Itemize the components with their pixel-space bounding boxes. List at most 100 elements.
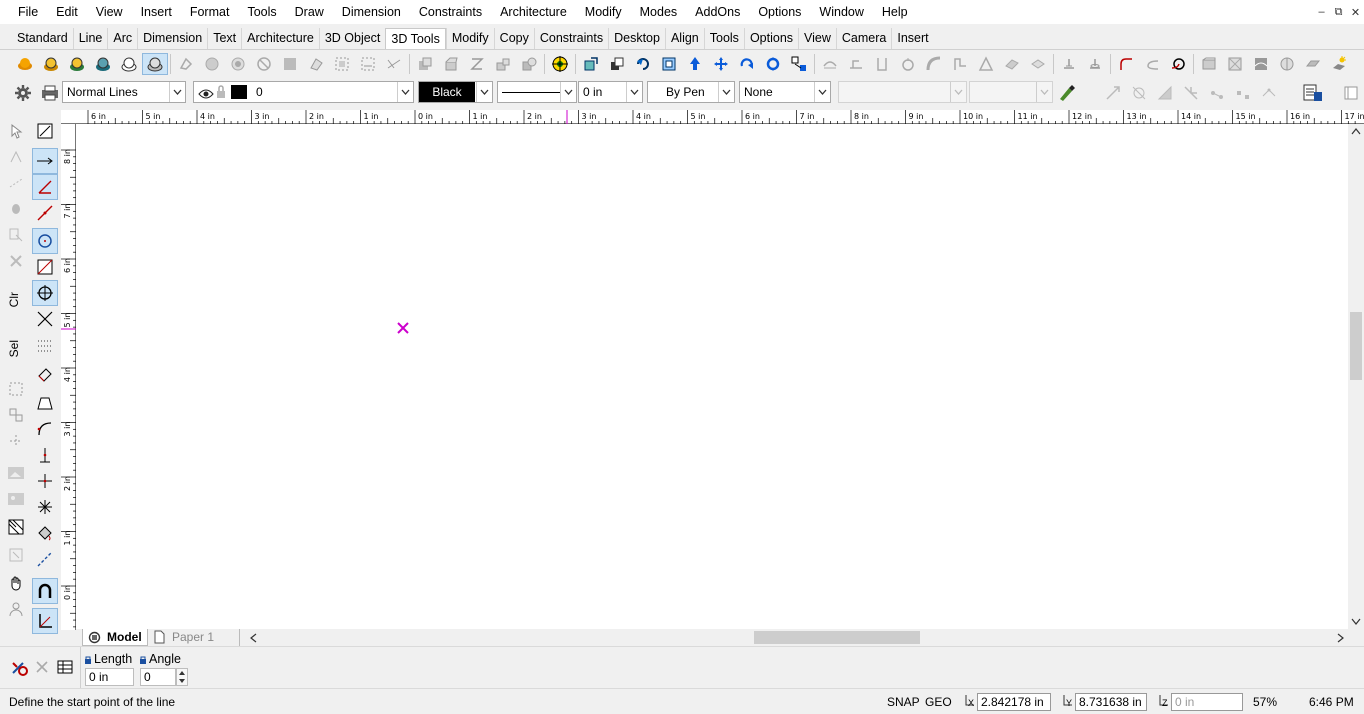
- menu-format[interactable]: Format: [181, 1, 239, 23]
- fillet-icon[interactable]: [1113, 53, 1139, 75]
- menu-edit[interactable]: Edit: [47, 1, 87, 23]
- length-input[interactable]: 0 in: [85, 668, 134, 686]
- cone-1-icon[interactable]: [1056, 53, 1082, 75]
- surface-2-icon[interactable]: [1222, 53, 1248, 75]
- orbit-icon[interactable]: [760, 53, 786, 75]
- menu-modify[interactable]: Modify: [576, 1, 631, 23]
- scroll-up-icon[interactable]: [1351, 128, 1361, 135]
- tab-model[interactable]: Model: [82, 629, 148, 646]
- 3d-op-4-icon[interactable]: [251, 53, 277, 75]
- menu-window[interactable]: Window: [810, 1, 872, 23]
- copy-3d-icon[interactable]: [604, 53, 630, 75]
- select-arrow-icon[interactable]: [3, 118, 29, 144]
- 3d-op-3-icon[interactable]: [225, 53, 251, 75]
- solid-2-icon[interactable]: [438, 53, 464, 75]
- surface-4-icon[interactable]: [1274, 53, 1300, 75]
- select-all-icon[interactable]: [3, 196, 29, 222]
- scale-3d-icon[interactable]: [656, 53, 682, 75]
- ungroup-icon[interactable]: [3, 402, 29, 428]
- menu-insert[interactable]: Insert: [132, 1, 181, 23]
- eye-icon[interactable]: [198, 86, 214, 102]
- cancel-icon[interactable]: [35, 660, 49, 677]
- line-tool-icon[interactable]: [32, 118, 58, 144]
- tab-constraints[interactable]: Constraints: [533, 28, 608, 50]
- snap-4-icon[interactable]: [1182, 84, 1200, 102]
- tab-insert[interactable]: Insert: [891, 28, 933, 50]
- angle-line-icon[interactable]: [32, 174, 58, 200]
- menu-draw[interactable]: Draw: [286, 1, 333, 23]
- select-layer-icon[interactable]: [3, 222, 29, 248]
- arc-tool-icon[interactable]: [32, 416, 58, 442]
- panel-icon[interactable]: [1342, 84, 1360, 102]
- gear-icon[interactable]: [14, 84, 32, 102]
- snap-magnet-icon[interactable]: [32, 578, 58, 604]
- render-green-icon[interactable]: [64, 53, 90, 75]
- single-line-icon[interactable]: [32, 148, 58, 174]
- close-icon[interactable]: ✕: [1347, 6, 1364, 19]
- 3d-op-9-icon[interactable]: [381, 53, 407, 75]
- 3d-op-2-icon[interactable]: [199, 53, 225, 75]
- feature-1-icon[interactable]: [817, 53, 843, 75]
- measure-icon[interactable]: [32, 362, 58, 388]
- hand-pan-icon[interactable]: [3, 570, 29, 596]
- delete-icon[interactable]: [3, 248, 29, 274]
- image-1-icon[interactable]: [3, 460, 29, 486]
- menu-modes[interactable]: Modes: [631, 1, 687, 23]
- vertical-scrollbar[interactable]: [1348, 124, 1364, 630]
- menu-architecture[interactable]: Architecture: [491, 1, 576, 23]
- horizontal-scroll-thumb[interactable]: [754, 631, 920, 644]
- circle-icon[interactable]: [32, 228, 58, 254]
- snap-1-icon[interactable]: [1104, 84, 1122, 102]
- solid-1-icon[interactable]: [412, 53, 438, 75]
- scroll-right-icon[interactable]: [1337, 633, 1344, 643]
- tab-3d-tools[interactable]: 3D Tools: [385, 28, 446, 50]
- feature-4-icon[interactable]: [895, 53, 921, 75]
- feature-7-icon[interactable]: [973, 53, 999, 75]
- tab-modify[interactable]: Modify: [445, 28, 494, 50]
- tab-architecture[interactable]: Architecture: [241, 28, 319, 50]
- tab-desktop[interactable]: Desktop: [608, 28, 665, 50]
- ortho-angle-icon[interactable]: [32, 608, 58, 634]
- cone-2-icon[interactable]: [1082, 53, 1108, 75]
- rotate-3d-icon[interactable]: [630, 53, 656, 75]
- menu-file[interactable]: File: [0, 1, 47, 23]
- menu-tools[interactable]: Tools: [238, 1, 285, 23]
- 3d-op-8-icon[interactable]: [355, 53, 381, 75]
- arrow-up-icon[interactable]: [682, 53, 708, 75]
- perpendicular-icon[interactable]: [32, 442, 58, 468]
- length-lock-icon[interactable]: [84, 656, 92, 664]
- explode-icon[interactable]: [3, 428, 29, 454]
- blend-icon[interactable]: [1165, 53, 1191, 75]
- solid-3-icon[interactable]: [464, 53, 490, 75]
- tab-standard[interactable]: Standard: [12, 28, 73, 50]
- mirror-3d-icon[interactable]: [786, 53, 812, 75]
- rotate-arrow-icon[interactable]: [734, 53, 760, 75]
- line-type-select[interactable]: [497, 81, 577, 103]
- target-icon[interactable]: [547, 53, 573, 75]
- scroll-down-icon[interactable]: [1351, 618, 1361, 625]
- scroll-left-icon[interactable]: [250, 633, 257, 643]
- image-2-icon[interactable]: [3, 486, 29, 512]
- dotted-grid-icon[interactable]: [32, 332, 58, 358]
- pattern-icon[interactable]: [3, 514, 29, 540]
- font-size-select[interactable]: [969, 81, 1053, 103]
- vertical-scroll-thumb[interactable]: [1350, 312, 1362, 380]
- menu-dimension[interactable]: Dimension: [333, 1, 410, 23]
- layer-select[interactable]: 0: [193, 81, 414, 103]
- feature-5-icon[interactable]: [921, 53, 947, 75]
- menu-options[interactable]: Options: [749, 1, 810, 23]
- x-coordinate-field[interactable]: 2.842178 in: [977, 693, 1051, 711]
- render-teal-icon[interactable]: [90, 53, 116, 75]
- feature-6-icon[interactable]: [947, 53, 973, 75]
- move-all-icon[interactable]: [708, 53, 734, 75]
- menu-addons[interactable]: AddOns: [686, 1, 749, 23]
- tab-camera[interactable]: Camera: [835, 28, 891, 50]
- tab-line[interactable]: Line: [72, 28, 108, 50]
- snap-2-icon[interactable]: [1130, 84, 1148, 102]
- table-icon[interactable]: [57, 659, 73, 678]
- menu-help[interactable]: Help: [873, 1, 917, 23]
- line-style-select[interactable]: Normal Lines: [62, 81, 186, 103]
- tab-3d-object[interactable]: 3D Object: [318, 28, 386, 50]
- angle-stepper[interactable]: [176, 668, 188, 686]
- 3d-op-5-icon[interactable]: [277, 53, 303, 75]
